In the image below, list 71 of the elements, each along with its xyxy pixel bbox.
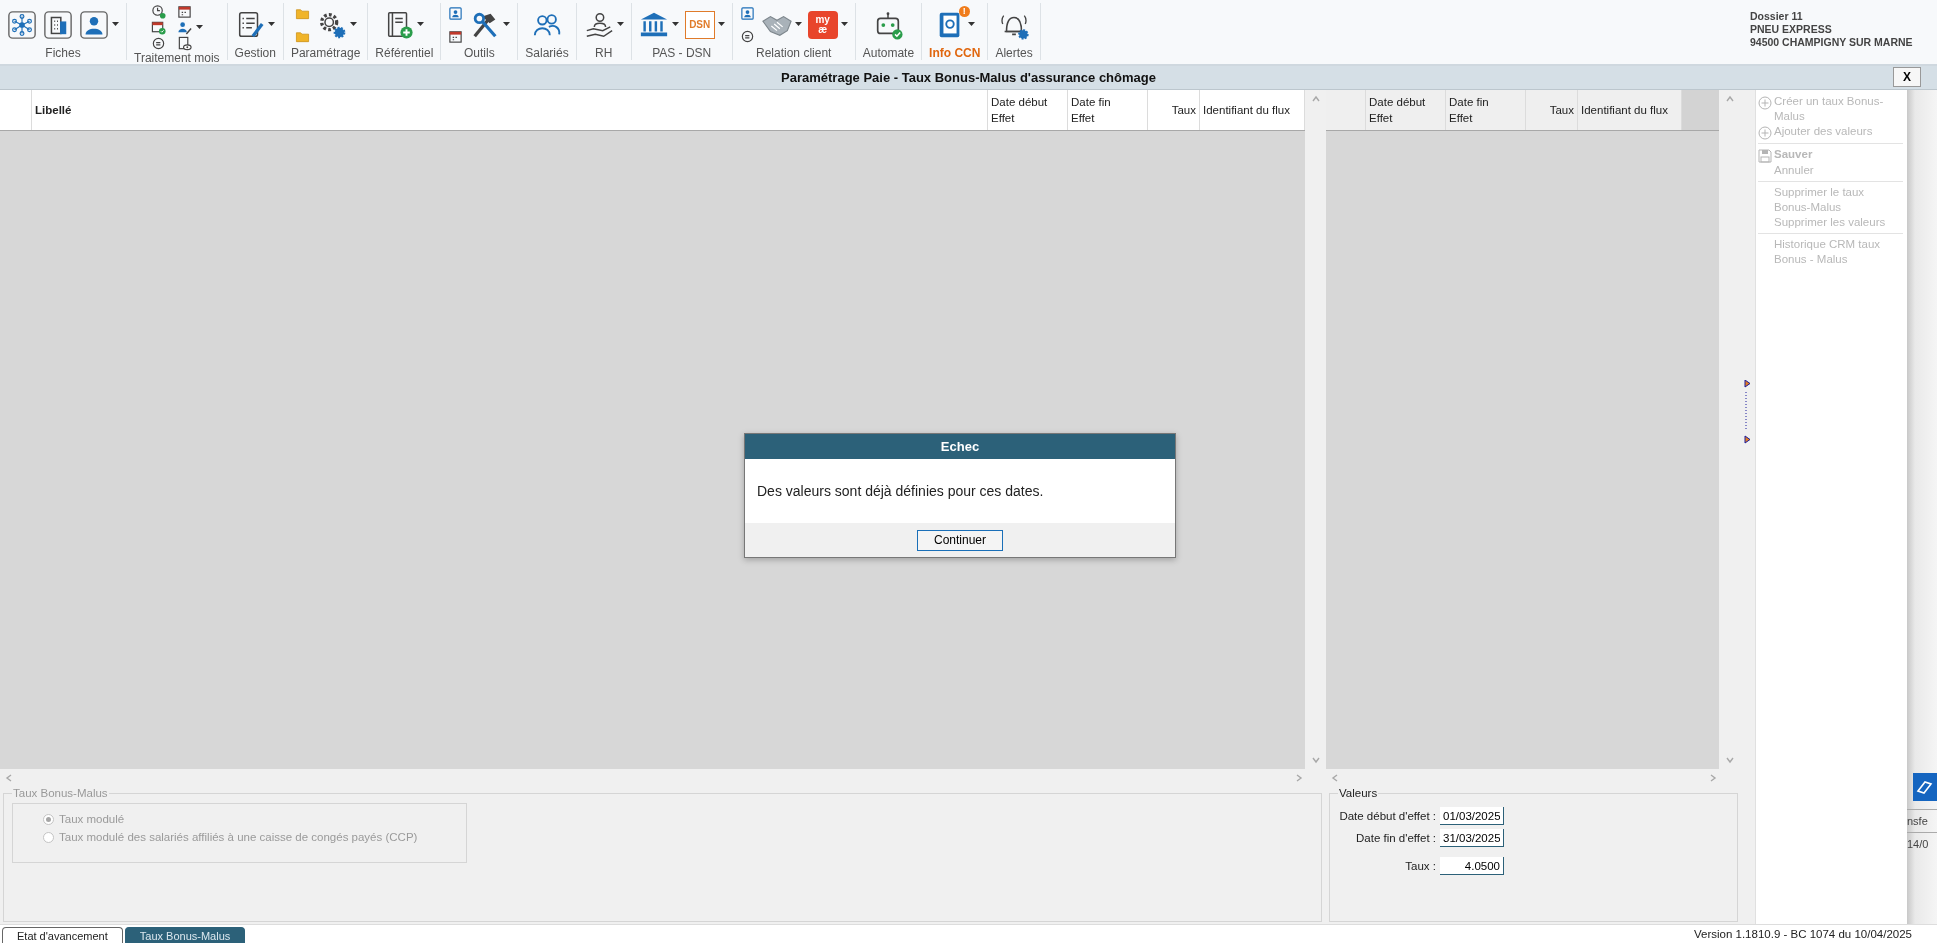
tab[interactable]: Taux Bonus-Malus xyxy=(124,927,246,943)
panel-legend: Valeurs xyxy=(1338,787,1379,799)
calendar-icon[interactable] xyxy=(176,3,192,19)
input-field[interactable]: 4.0500 xyxy=(1440,857,1504,875)
group-label: Paramétrage xyxy=(290,46,361,60)
dialog-title: Echec xyxy=(745,434,1175,459)
group-label: Salariés xyxy=(525,46,569,60)
network-icon[interactable] xyxy=(7,9,37,40)
group-label: Info CCN xyxy=(929,46,981,60)
id-card-icon[interactable] xyxy=(739,5,755,21)
dossier-info: PNEU EXPRESS xyxy=(1750,23,1833,36)
column-header[interactable]: Date début Effet xyxy=(1366,90,1446,130)
partial-text: 14/0 xyxy=(1907,832,1937,855)
caret-icon[interactable] xyxy=(794,22,802,27)
app-tile-icon xyxy=(1913,773,1937,801)
group-label: RH xyxy=(595,46,613,60)
field-label: Date début d'effet : xyxy=(1338,810,1437,822)
column-header[interactable]: Taux xyxy=(1148,90,1200,130)
window-title: Paramétrage Paie - Taux Bonus-Malus d'assurance chômage xyxy=(781,70,1156,85)
id-card-icon[interactable] xyxy=(448,5,464,21)
caret-icon[interactable] xyxy=(671,22,679,27)
dossier-info: 94500 CHAMPIGNY SUR MARNE xyxy=(1750,36,1914,49)
clock-icon[interactable] xyxy=(150,3,166,19)
column-header[interactable]: Taux xyxy=(1526,90,1578,130)
close-button[interactable]: X xyxy=(1893,67,1921,87)
group-label: Outils xyxy=(464,46,495,60)
input-field[interactable]: 01/03/2025 xyxy=(1440,807,1504,825)
version-info: Version 1.1810.9 - BC 1074 du 10/04/2025 xyxy=(1693,928,1913,940)
dossier-info: Dossier 11 xyxy=(1750,10,1804,23)
caret-icon[interactable] xyxy=(417,22,425,27)
column-header[interactable]: Identifiant du flux xyxy=(1578,90,1682,130)
group-label: Gestion xyxy=(234,46,276,60)
group-label: Automate xyxy=(862,46,915,60)
notification-badge: ! xyxy=(958,5,970,17)
group-label: Relation client xyxy=(756,46,832,60)
document-icon[interactable] xyxy=(176,35,192,51)
tab[interactable]: Etat d'avancement xyxy=(2,927,123,943)
user-icon[interactable] xyxy=(79,9,109,40)
input-field[interactable]: 31/03/2025 xyxy=(1440,829,1504,847)
calendar-icon[interactable] xyxy=(448,28,464,44)
caret-icon[interactable] xyxy=(195,24,203,30)
group-label: PAS - DSN xyxy=(652,46,712,60)
calendar-check-icon[interactable] xyxy=(150,19,166,35)
caret-icon[interactable] xyxy=(967,22,975,27)
coin-icon[interactable] xyxy=(739,28,755,44)
column-header[interactable]: Date fin Effet xyxy=(1446,90,1526,130)
column-header[interactable]: Date fin Effet xyxy=(1068,90,1148,130)
field-label: Taux : xyxy=(1404,860,1437,872)
column-header[interactable]: Libellé xyxy=(32,90,988,130)
caret-icon[interactable] xyxy=(349,22,357,27)
group-label: Traitement mois xyxy=(134,51,220,65)
group-label: Alertes xyxy=(995,46,1033,60)
caret-icon[interactable] xyxy=(717,22,725,27)
field-label: Date fin d'effet : xyxy=(1355,832,1437,844)
splitter-handle-icon[interactable] xyxy=(1743,380,1752,444)
partial-text: nsfe xyxy=(1907,809,1937,832)
building-icon[interactable] xyxy=(43,9,73,40)
user-edit-icon[interactable] xyxy=(176,19,192,35)
dialog-message: Des valeurs sont déjà définies pour ces dates. xyxy=(757,483,1044,499)
group-label: Référentiel xyxy=(375,46,434,60)
column-header[interactable]: Date début Effet xyxy=(988,90,1068,130)
caret-icon[interactable] xyxy=(503,22,511,27)
caret-icon[interactable] xyxy=(840,22,848,27)
caret-icon[interactable] xyxy=(268,22,276,27)
logo[interactable]: my æ xyxy=(807,10,838,39)
caret-icon[interactable] xyxy=(112,22,119,27)
panel-legend: Taux Bonus-Malus xyxy=(12,787,109,799)
coin-icon[interactable] xyxy=(150,35,166,51)
group-label: Fiches xyxy=(45,46,81,60)
caret-icon[interactable] xyxy=(616,22,624,27)
continue-button[interactable]: Continuer xyxy=(917,529,1003,551)
